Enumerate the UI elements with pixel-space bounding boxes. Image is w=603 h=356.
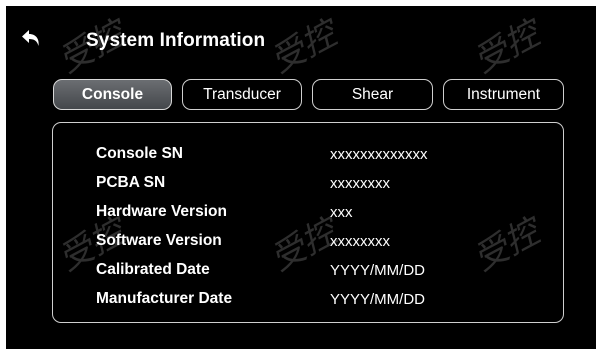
back-arrow-icon bbox=[22, 30, 39, 46]
watermark: 受控 bbox=[467, 13, 547, 82]
info-value: xxxxxxxx bbox=[330, 175, 390, 192]
info-row-pcba-sn: PCBA SN xxxxxxxx bbox=[53, 170, 563, 199]
info-label: Manufacturer Date bbox=[96, 290, 233, 307]
console-info-panel: Console SN xxxxxxxxxxxxx PCBA SN xxxxxxx… bbox=[52, 122, 564, 323]
info-row-console-sn: Console SN xxxxxxxxxxxxx bbox=[53, 141, 563, 170]
tab-transducer[interactable]: Transducer bbox=[182, 79, 302, 110]
system-information-screen: 受控 受控 受控 受控 受控 受控 System Information Con… bbox=[6, 6, 596, 349]
info-row-software-version: Software Version xxxxxxxx bbox=[53, 228, 563, 257]
info-row-hardware-version: Hardware Version xxx bbox=[53, 199, 563, 228]
info-label: Software Version bbox=[96, 232, 222, 249]
tab-bar: Console Transducer Shear Instrument bbox=[53, 79, 565, 113]
info-label: Calibrated Date bbox=[96, 261, 210, 278]
info-value: YYYY/MM/DD bbox=[330, 291, 426, 308]
info-value: xxxxxxxx bbox=[330, 233, 390, 250]
page-title: System Information bbox=[86, 30, 266, 51]
info-label: Console SN bbox=[96, 145, 183, 162]
info-value: YYYY/MM/DD bbox=[330, 262, 426, 279]
watermark: 受控 bbox=[264, 13, 344, 82]
info-label: PCBA SN bbox=[96, 174, 166, 191]
info-label: Hardware Version bbox=[96, 203, 227, 220]
info-value: xxxxxxxxxxxxx bbox=[330, 146, 428, 163]
tab-instrument[interactable]: Instrument bbox=[443, 79, 564, 110]
info-row-calibrated-date: Calibrated Date YYYY/MM/DD bbox=[53, 257, 563, 286]
back-button[interactable] bbox=[20, 28, 44, 50]
tab-console[interactable]: Console bbox=[53, 79, 172, 110]
info-row-manufacturer-date: Manufacturer Date YYYY/MM/DD bbox=[53, 286, 563, 315]
tab-shear[interactable]: Shear bbox=[312, 79, 433, 110]
info-value: xxx bbox=[330, 204, 353, 221]
